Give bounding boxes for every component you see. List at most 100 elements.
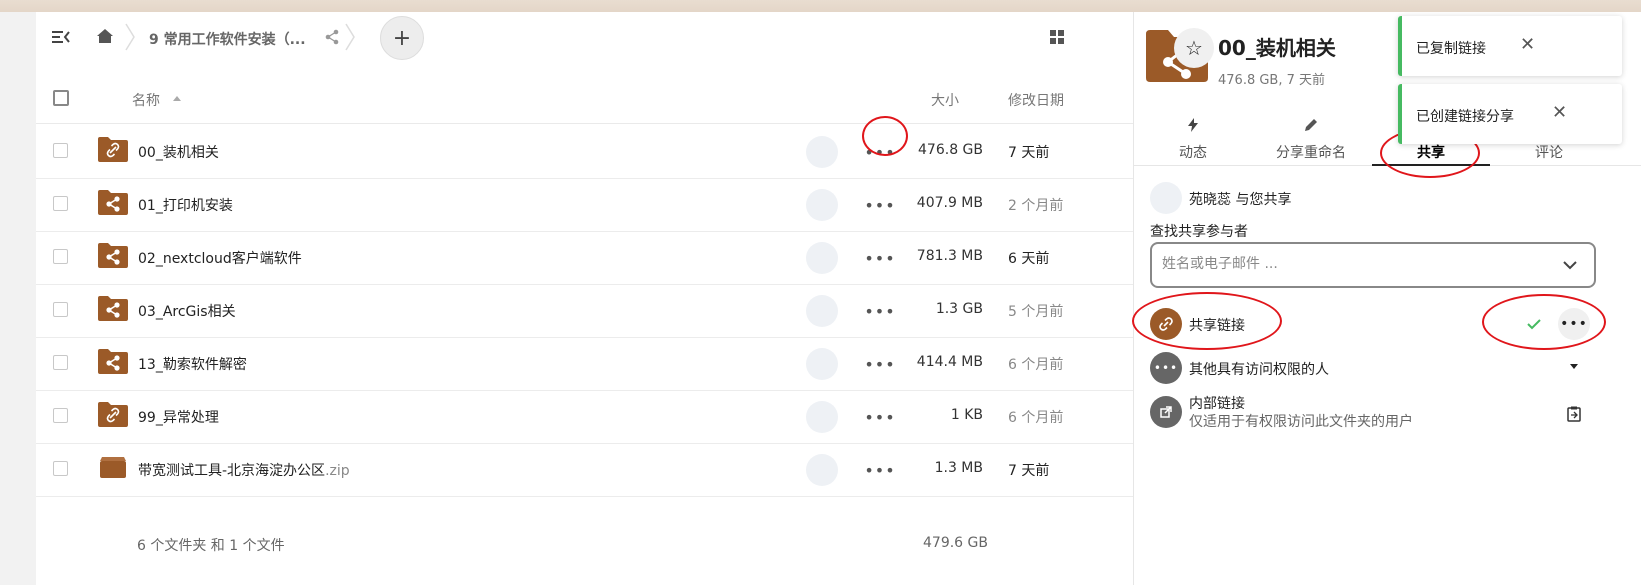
row-checkbox[interactable] [53,302,68,317]
left-gutter [0,12,36,585]
row-checkbox[interactable] [53,408,68,423]
summary-count: 6 个文件夹 和 1 个文件 [137,538,285,554]
file-name[interactable]: 00_装机相关 [138,142,219,162]
shared-folder-icon [98,295,128,321]
tab-rename[interactable]: 分享重命名 [1252,112,1370,166]
toast-text: 已创建链接分享 [1416,109,1514,125]
file-name[interactable]: 13_勒索软件解密 [138,354,247,374]
home-icon[interactable] [94,25,116,47]
others-icon: ••• [1150,352,1182,384]
lightning-icon [1134,118,1252,136]
table-row[interactable]: 00_装机相关 ••• 476.8 GB 7 天前 [36,124,1133,179]
toast-share-created: 已创建链接分享 ✕ [1398,84,1622,144]
select-all-checkbox[interactable] [53,90,69,106]
row-checkbox[interactable] [53,249,68,264]
file-name[interactable]: 02_nextcloud客户端软件 [138,248,302,268]
shared-folder-icon [98,189,128,215]
tab-activity[interactable]: 动态 [1134,112,1252,166]
sidebar-title: 00_装机相关 [1218,36,1336,60]
file-size: 476.8 GB [918,142,983,158]
participant-search-input[interactable] [1162,256,1542,272]
column-size-header[interactable]: 大小 [931,90,959,110]
chevron-down-icon[interactable] [1562,258,1578,272]
avatar [1150,182,1182,214]
file-size: 1.3 GB [935,301,983,317]
caret-down-icon[interactable] [1568,360,1580,372]
sort-ascending-icon [172,92,182,104]
pencil-icon [1252,118,1370,136]
file-modified: 6 天前 [1008,251,1050,267]
table-row[interactable]: 02_nextcloud客户端软件 ••• 781.3 MB 6 天前 [36,230,1133,285]
table-row[interactable]: 13_勒索软件解密 ••• 414.4 MB 6 个月前 [36,336,1133,391]
avatar [806,189,838,221]
table-row[interactable]: 99_异常处理 ••• 1 KB 6 个月前 [36,389,1133,444]
file-modified: 5 个月前 [1008,304,1064,320]
file-size: 1 KB [950,407,983,423]
file-name[interactable]: 99_异常处理 [138,407,219,427]
row-checkbox[interactable] [53,461,68,476]
share-link-menu-button[interactable]: ••• [1558,308,1590,340]
file-size: 1.3 MB [934,460,983,476]
sidebar-subtitle: 476.8 GB, 7 天前 [1218,73,1326,88]
column-name-header[interactable]: 名称 [132,90,160,110]
favorite-button[interactable]: ☆ [1174,28,1214,68]
breadcrumb-separator-icon [124,22,136,52]
file-name[interactable]: 03_ArcGis相关 [138,301,236,321]
others-with-access-label[interactable]: 其他具有访问权限的人 [1189,359,1329,379]
table-header: 名称 大小 修改日期 [36,74,1133,124]
tab-rename-label: 分享重命名 [1276,145,1346,161]
tab-sharing-label: 共享 [1417,145,1445,161]
check-icon[interactable] [1524,314,1544,334]
shared-by-text: 苑晓蕊 与您共享 [1189,192,1292,208]
grid-view-icon[interactable] [1048,28,1066,46]
toast-link-copied: 已复制链接 ✕ [1398,16,1622,76]
file-name[interactable]: 01_打印机安装 [138,195,233,215]
share-icon[interactable] [322,27,342,47]
file-list-panel: 9 常用工作软件安装（... + 名称 大小 修改日期 00_装机相关 ••• 47… [36,12,1133,585]
file-size: 407.9 MB [916,195,983,211]
close-icon[interactable]: ✕ [1552,102,1567,123]
row-checkbox[interactable] [53,196,68,211]
column-modified-header[interactable]: 修改日期 [1008,90,1064,110]
file-modified: 7 天前 [1008,145,1050,161]
toast-text: 已复制链接 [1416,41,1486,57]
close-icon[interactable]: ✕ [1520,34,1535,55]
file-modified: 6 个月前 [1008,357,1064,373]
link-folder-icon [98,401,128,427]
file-modified: 7 天前 [1008,463,1050,479]
internal-link-label: 内部链接 [1189,396,1245,412]
participant-search[interactable] [1150,242,1596,288]
plus-icon: + [392,25,412,51]
avatar [806,401,838,433]
row-checkbox[interactable] [53,355,68,370]
table-row[interactable]: 01_打印机安装 ••• 407.9 MB 2 个月前 [36,177,1133,232]
shared-folder-icon [98,348,128,374]
breadcrumb-bar: 9 常用工作软件安装（... + [36,12,1133,62]
external-link-icon [1150,396,1182,428]
table-row[interactable]: 带宽测试工具-北京海淀办公区.zip ••• 1.3 MB 7 天前 [36,442,1133,497]
zip-file-icon [98,454,128,480]
breadcrumb-separator-icon [344,22,356,52]
share-link-label[interactable]: 共享链接 [1189,315,1245,335]
file-modified: 2 个月前 [1008,198,1064,214]
avatar [806,348,838,380]
table-row[interactable]: 03_ArcGis相关 ••• 1.3 GB 5 个月前 [36,283,1133,338]
new-button[interactable]: + [380,16,424,60]
avatar [806,242,838,274]
summary-size: 479.6 GB [923,535,988,551]
shared-folder-icon [98,242,128,268]
breadcrumb-current[interactable]: 9 常用工作软件安装（... [149,29,306,49]
sidebar-toggle-icon[interactable] [50,26,72,48]
file-name[interactable]: 带宽测试工具-北京海淀办公区.zip [138,460,350,480]
row-checkbox[interactable] [53,143,68,158]
internal-link-description: 仅适用于有权限访问此文件夹的用户 [1189,414,1413,430]
file-modified: 6 个月前 [1008,410,1064,426]
tab-activity-label: 动态 [1179,145,1207,161]
link-icon [1150,308,1182,340]
find-participants-label: 查找共享参与者 [1150,224,1248,240]
avatar [806,454,838,486]
tab-comments-label: 评论 [1535,145,1563,161]
avatar [806,295,838,327]
clipboard-icon[interactable] [1564,404,1584,424]
avatar [806,136,838,168]
